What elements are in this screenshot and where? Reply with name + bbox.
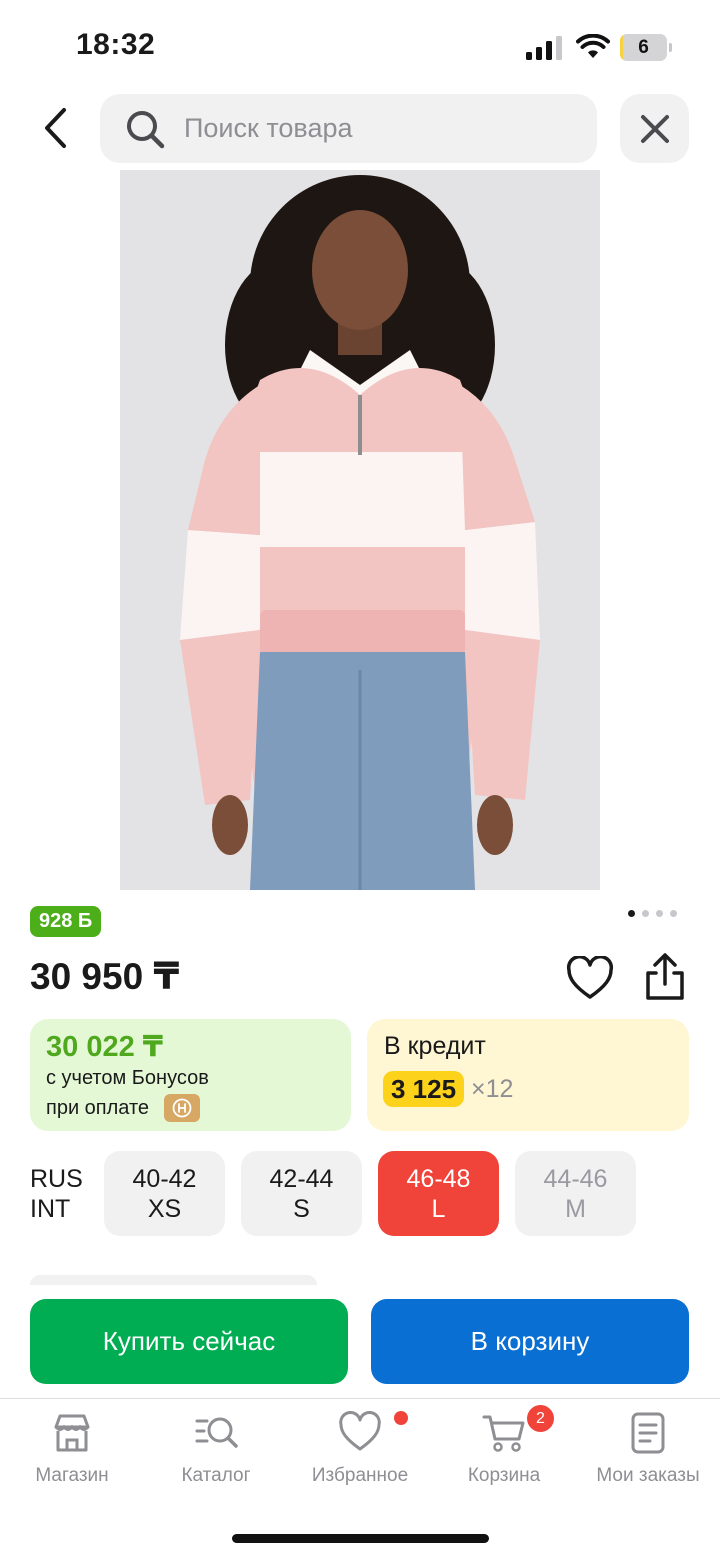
tab-label: Магазин — [35, 1465, 109, 1486]
product-photo — [120, 170, 600, 890]
close-icon — [640, 114, 669, 143]
signal-icon — [526, 36, 562, 60]
product-price: 30 950 ₸ — [30, 956, 180, 997]
tab-catalog[interactable]: Каталог — [144, 1411, 288, 1501]
size-rus-value: 44-46 — [543, 1164, 608, 1193]
search-input[interactable]: Поиск товара — [184, 94, 353, 163]
battery-body: 6 — [620, 34, 667, 61]
credit-title: В кредит — [384, 1032, 486, 1060]
size-rus-value: 46-48 — [406, 1164, 471, 1193]
size-int-value: XS — [147, 1194, 182, 1223]
size-option-s[interactable]: 42-44 S — [241, 1151, 362, 1236]
heart-icon — [566, 955, 614, 999]
gallery-pagination[interactable] — [628, 910, 677, 917]
tab-store[interactable]: Магазин — [0, 1411, 144, 1501]
search-box[interactable]: Поиск товара — [100, 94, 597, 163]
battery-icon: 6 — [620, 34, 672, 61]
credit-monthly-amount: 3 125 — [383, 1071, 465, 1107]
size-rus-value: 40-42 — [132, 1164, 197, 1193]
credit-offer-card[interactable]: В кредит 3 125 ×12 — [367, 1019, 689, 1131]
credit-months: ×12 — [471, 1075, 514, 1103]
size-label-int: INT — [30, 1195, 71, 1223]
close-button[interactable] — [620, 94, 689, 163]
gallery-dot[interactable] — [670, 910, 677, 917]
buy-now-button[interactable]: Купить сейчас — [30, 1299, 348, 1384]
back-button[interactable] — [30, 100, 80, 156]
bonus-price: 30 022 ₸ — [46, 1031, 163, 1063]
gallery-dot[interactable] — [628, 910, 635, 917]
size-rus-value: 42-44 — [269, 1164, 334, 1193]
tab-label: Мои заказы — [596, 1465, 700, 1486]
tab-label: Избранное — [311, 1465, 409, 1486]
search-icon — [127, 111, 165, 149]
battery-tip — [669, 43, 672, 52]
add-to-cart-button[interactable]: В корзину — [371, 1299, 689, 1384]
tab-favorites[interactable]: Избранное — [288, 1411, 432, 1501]
gallery-dot[interactable] — [642, 910, 649, 917]
size-option-l[interactable]: 46-48 L — [378, 1151, 499, 1236]
tab-label: Корзина — [467, 1465, 541, 1486]
size-int-value: M — [565, 1194, 586, 1223]
payment-card-icon — [164, 1094, 200, 1122]
share-icon — [646, 953, 684, 1000]
tab-orders[interactable]: Мои заказы — [576, 1411, 720, 1501]
size-option-m[interactable]: 44-46 M — [515, 1151, 636, 1236]
catalog-search-icon — [195, 1417, 238, 1448]
tab-cart[interactable]: Корзина — [432, 1411, 576, 1501]
store-icon — [54, 1414, 90, 1452]
bonus-points-badge: 928 Б — [30, 906, 102, 937]
favorite-button[interactable] — [566, 955, 614, 1002]
scrolled-content-peek — [30, 1275, 317, 1285]
size-system-label: RUS INT — [30, 1164, 83, 1224]
tab-label: Каталог — [181, 1465, 251, 1486]
wifi-icon — [576, 34, 610, 58]
cart-count-badge: 2 — [527, 1405, 554, 1432]
bonus-price-card[interactable]: 30 022 ₸ с учетом Бонусов при оплате — [30, 1019, 351, 1131]
size-int-value: L — [431, 1194, 446, 1223]
size-option-xs[interactable]: 40-42 XS — [104, 1151, 225, 1236]
bonus-payment-caption: при оплате — [46, 1097, 150, 1119]
favorites-notification-dot — [394, 1411, 408, 1425]
home-indicator[interactable] — [232, 1534, 489, 1543]
product-image[interactable] — [120, 170, 600, 890]
chevron-left-icon — [45, 108, 66, 148]
size-label-rus: RUS — [30, 1165, 83, 1193]
size-int-value: S — [293, 1194, 310, 1223]
heart-icon — [339, 1411, 381, 1451]
bonus-caption: с учетом Бонусов — [46, 1067, 209, 1089]
gallery-dot[interactable] — [656, 910, 663, 917]
status-time: 18:32 — [76, 28, 156, 61]
status-bar: 18:32 6 — [0, 0, 720, 90]
cart-icon — [482, 1415, 525, 1452]
share-button[interactable] — [642, 952, 688, 1002]
orders-icon — [631, 1412, 665, 1454]
battery-level: 6 — [638, 37, 649, 58]
